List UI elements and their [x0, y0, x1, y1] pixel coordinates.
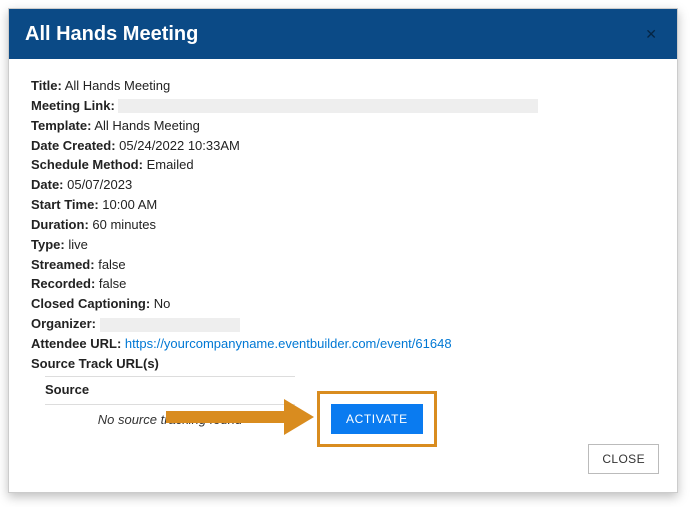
field-recorded: Recorded: false: [31, 275, 655, 294]
dialog-content: Title: All Hands Meeting Meeting Link: T…: [9, 59, 677, 441]
closed-captioning-value: No: [154, 296, 171, 311]
date-label: Date:: [31, 177, 64, 192]
field-date-created: Date Created: 05/24/2022 10:33AM: [31, 137, 655, 156]
recorded-value: false: [99, 276, 126, 291]
dialog-header: All Hands Meeting ✕: [9, 9, 677, 59]
arrow-annotation-icon: [166, 399, 314, 435]
recorded-label: Recorded:: [31, 276, 95, 291]
schedule-method-value: Emailed: [147, 157, 194, 172]
date-created-label: Date Created:: [31, 138, 116, 153]
streamed-label: Streamed:: [31, 257, 95, 272]
template-value: All Hands Meeting: [94, 118, 200, 133]
field-date: Date: 05/07/2023: [31, 176, 655, 195]
activate-highlight: ACTIVATE: [317, 391, 437, 447]
closed-captioning-label: Closed Captioning:: [31, 296, 150, 311]
organizer-value-redacted: [100, 318, 240, 332]
close-button[interactable]: CLOSE: [588, 444, 659, 474]
template-label: Template:: [31, 118, 91, 133]
source-track-label: Source Track URL(s): [31, 356, 159, 371]
date-created-value: 05/24/2022 10:33AM: [119, 138, 240, 153]
field-source-track: Source Track URL(s): [31, 355, 655, 374]
field-organizer: Organizer:: [31, 315, 655, 334]
streamed-value: false: [98, 257, 125, 272]
close-icon[interactable]: ✕: [641, 22, 661, 47]
type-label: Type:: [31, 237, 65, 252]
title-label: Title:: [31, 78, 62, 93]
title-value: All Hands Meeting: [65, 78, 171, 93]
schedule-method-label: Schedule Method:: [31, 157, 143, 172]
field-duration: Duration: 60 minutes: [31, 216, 655, 235]
organizer-label: Organizer:: [31, 316, 96, 331]
field-closed-captioning: Closed Captioning: No: [31, 295, 655, 314]
dialog: All Hands Meeting ✕ Title: All Hands Mee…: [8, 8, 678, 493]
attendee-url-label: Attendee URL:: [31, 336, 121, 351]
field-template: Template: All Hands Meeting: [31, 117, 655, 136]
field-schedule-method: Schedule Method: Emailed: [31, 156, 655, 175]
field-attendee-url: Attendee URL: https://yourcompanyname.ev…: [31, 335, 655, 354]
field-start-time: Start Time: 10:00 AM: [31, 196, 655, 215]
attendee-url-link[interactable]: https://yourcompanyname.eventbuilder.com…: [125, 336, 452, 351]
field-title: Title: All Hands Meeting: [31, 77, 655, 96]
duration-label: Duration:: [31, 217, 89, 232]
activate-button[interactable]: ACTIVATE: [331, 404, 423, 434]
start-time-value: 10:00 AM: [102, 197, 157, 212]
meeting-link-label: Meeting Link:: [31, 98, 115, 113]
dialog-title: All Hands Meeting: [25, 23, 198, 46]
field-streamed: Streamed: false: [31, 256, 655, 275]
date-value: 05/07/2023: [67, 177, 132, 192]
field-meeting-link: Meeting Link:: [31, 97, 655, 116]
field-type: Type: live: [31, 236, 655, 255]
meeting-link-value-redacted: [118, 99, 538, 113]
type-value: live: [68, 237, 88, 252]
start-time-label: Start Time:: [31, 197, 99, 212]
duration-value: 60 minutes: [92, 217, 156, 232]
